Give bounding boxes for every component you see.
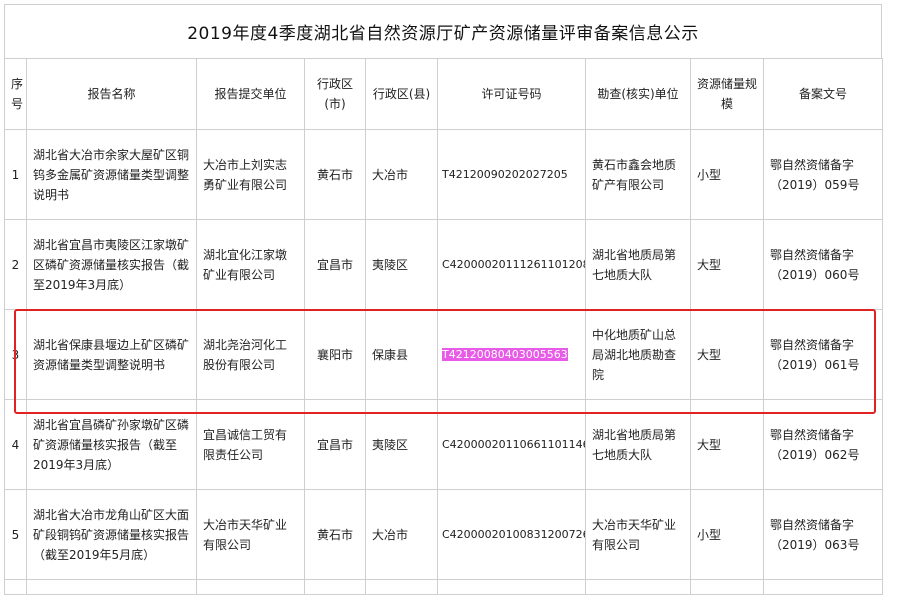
cell-report-name: 湖北省宜昌磷矿孙家墩矿区磷矿资源储量核实报告（截至2019年3月底） bbox=[26, 399, 197, 490]
license-text: C4200002010083120072666 bbox=[442, 527, 585, 541]
cell-report-name: 湖北省宜昌市夷陵区江家墩矿区磷矿资源储量核实报告（截至2019年3月底） bbox=[26, 219, 197, 310]
cell-county: 大冶市 bbox=[365, 129, 438, 220]
cell-submitter: 湖北尧治河化工股份有限公司 bbox=[196, 309, 305, 400]
cell-scale: 大型 bbox=[690, 309, 764, 400]
cell-license: T42120080403005563 bbox=[437, 309, 586, 400]
table-row-partial bbox=[4, 579, 883, 595]
cell-no: 3 bbox=[4, 309, 27, 400]
cell-county: 保康县 bbox=[365, 309, 438, 400]
cell-empty bbox=[4, 579, 27, 595]
cell-report-name: 湖北省保康县堰边上矿区磷矿资源储量类型调整说明书 bbox=[26, 309, 197, 400]
cell-submitter: 湖北宜化江家墩矿业有限公司 bbox=[196, 219, 305, 310]
cell-city: 黄石市 bbox=[304, 489, 366, 580]
cell-scale: 大型 bbox=[690, 399, 764, 490]
table-row: 2 湖北省宜昌市夷陵区江家墩矿区磷矿资源储量核实报告（截至2019年3月底） 湖… bbox=[4, 219, 883, 310]
cell-empty bbox=[26, 579, 197, 595]
license-text: C4200002011126110120889 bbox=[442, 257, 585, 271]
cell-surveyor: 大冶市天华矿业有限公司 bbox=[585, 489, 691, 580]
header-city: 行政区(市) bbox=[304, 58, 366, 130]
cell-city: 宜昌市 bbox=[304, 219, 366, 310]
cell-submitter: 大冶市天华矿业有限公司 bbox=[196, 489, 305, 580]
filing-table: 序号 报告名称 报告提交单位 行政区(市) 行政区(县) 许可证号码 勘查(核实… bbox=[4, 58, 883, 595]
table-row: 5 湖北省大冶市龙角山矿区大面矿段铜钨矿资源储量核实报告（截至2019年5月底）… bbox=[4, 489, 883, 580]
cell-city: 黄石市 bbox=[304, 129, 366, 220]
header-surveyor: 勘查(核实)单位 bbox=[585, 58, 691, 130]
cell-no: 4 bbox=[4, 399, 27, 490]
cell-empty bbox=[585, 579, 691, 595]
header-no: 序号 bbox=[4, 58, 27, 130]
cell-surveyor: 中化地质矿山总局湖北地质勘查院 bbox=[585, 309, 691, 400]
cell-surveyor: 黄石市鑫会地质矿产有限公司 bbox=[585, 129, 691, 220]
cell-submitter: 大冶市上刘实志勇矿业有限公司 bbox=[196, 129, 305, 220]
license-text: T42120090202027205 bbox=[442, 167, 568, 181]
cell-empty bbox=[763, 579, 883, 595]
cell-empty bbox=[196, 579, 305, 595]
table-row-highlighted: 3 湖北省保康县堰边上矿区磷矿资源储量类型调整说明书 湖北尧治河化工股份有限公司… bbox=[4, 309, 883, 400]
cell-report-name: 湖北省大冶市余家大屋矿区铜钨多金属矿资源储量类型调整说明书 bbox=[26, 129, 197, 220]
header-county: 行政区(县) bbox=[365, 58, 438, 130]
cell-doc-no: 鄂自然资储备字（2019）062号 bbox=[763, 399, 883, 490]
cell-county: 大冶市 bbox=[365, 489, 438, 580]
cell-doc-no: 鄂自然资储备字（2019）061号 bbox=[763, 309, 883, 400]
cell-no: 2 bbox=[4, 219, 27, 310]
cell-doc-no: 鄂自然资储备字（2019）060号 bbox=[763, 219, 883, 310]
cell-scale: 小型 bbox=[690, 489, 764, 580]
cell-empty bbox=[690, 579, 764, 595]
cell-no: 1 bbox=[4, 129, 27, 220]
cell-doc-no: 鄂自然资储备字（2019）063号 bbox=[763, 489, 883, 580]
cell-scale: 小型 bbox=[690, 129, 764, 220]
cell-submitter: 宜昌诚信工贸有限责任公司 bbox=[196, 399, 305, 490]
cell-doc-no: 鄂自然资储备字（2019）059号 bbox=[763, 129, 883, 220]
cell-empty bbox=[304, 579, 366, 595]
cell-license: C4200002010083120072666 bbox=[437, 489, 586, 580]
cell-license: C4200002011066110114646 bbox=[437, 399, 586, 490]
cell-city: 襄阳市 bbox=[304, 309, 366, 400]
page-title: 2019年度4季度湖北省自然资源厅矿产资源储量评审备案信息公示 bbox=[4, 4, 882, 58]
table-header-row: 序号 报告名称 报告提交单位 行政区(市) 行政区(县) 许可证号码 勘查(核实… bbox=[4, 58, 883, 130]
cell-city: 宜昌市 bbox=[304, 399, 366, 490]
cell-surveyor: 湖北省地质局第七地质大队 bbox=[585, 219, 691, 310]
header-submitter: 报告提交单位 bbox=[196, 58, 305, 130]
table-row: 1 湖北省大冶市余家大屋矿区铜钨多金属矿资源储量类型调整说明书 大冶市上刘实志勇… bbox=[4, 129, 883, 220]
header-scale: 资源储量规模 bbox=[690, 58, 764, 130]
cell-empty bbox=[365, 579, 438, 595]
cell-no: 5 bbox=[4, 489, 27, 580]
cell-license: T42120090202027205 bbox=[437, 129, 586, 220]
cell-county: 夷陵区 bbox=[365, 219, 438, 310]
license-text-highlighted: T42120080403005563 bbox=[442, 347, 568, 361]
cell-scale: 大型 bbox=[690, 219, 764, 310]
header-report-name: 报告名称 bbox=[26, 58, 197, 130]
cell-surveyor: 湖北省地质局第七地质大队 bbox=[585, 399, 691, 490]
license-text: C4200002011066110114646 bbox=[442, 437, 585, 451]
cell-license: C4200002011126110120889 bbox=[437, 219, 586, 310]
cell-county: 夷陵区 bbox=[365, 399, 438, 490]
cell-report-name: 湖北省大冶市龙角山矿区大面矿段铜钨矿资源储量核实报告（截至2019年5月底） bbox=[26, 489, 197, 580]
cell-empty bbox=[437, 579, 586, 595]
table-row: 4 湖北省宜昌磷矿孙家墩矿区磷矿资源储量核实报告（截至2019年3月底） 宜昌诚… bbox=[4, 399, 883, 490]
header-doc-no: 备案文号 bbox=[763, 58, 883, 130]
header-license: 许可证号码 bbox=[437, 58, 586, 130]
